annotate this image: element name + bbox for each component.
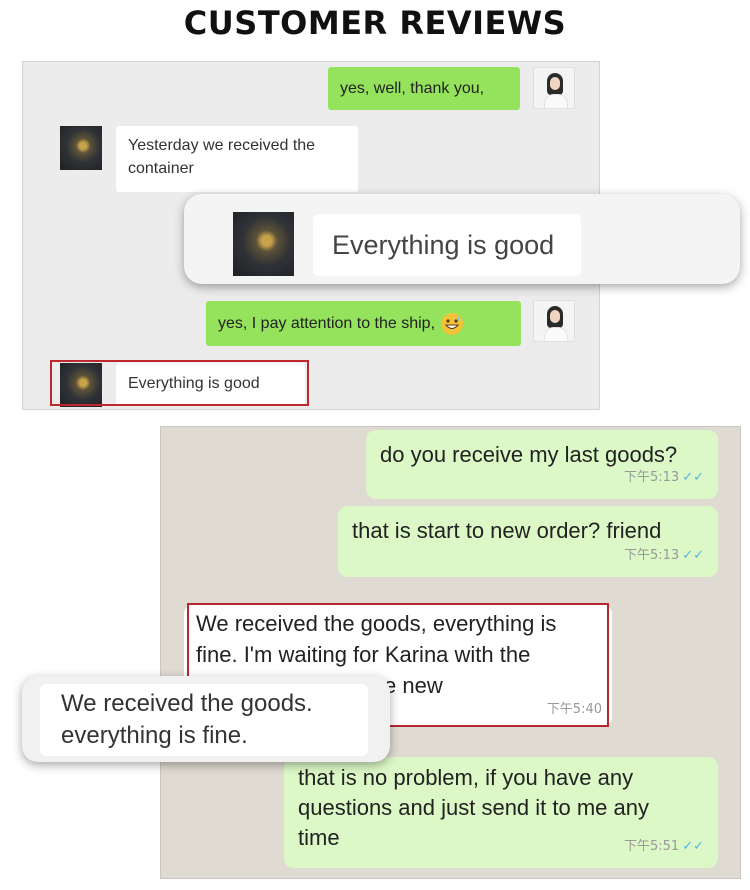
message-text: yes, I pay attention to the ship,: [218, 314, 436, 332]
double-check-icon: ✓✓: [682, 548, 704, 563]
avatar[interactable]: [533, 67, 575, 109]
highlight-box: [50, 360, 309, 406]
avatar: [233, 212, 294, 276]
double-check-icon: ✓✓: [682, 470, 704, 485]
message-meta: 下午5:13 ✓✓: [624, 541, 704, 571]
message-line: questions and just send it to me any: [298, 795, 649, 820]
chat-bubble-outgoing: do you receive my last goods? 下午5:13 ✓✓: [366, 430, 718, 499]
chat-bubble-outgoing: that is no problem, if you have any ques…: [284, 757, 718, 868]
avatar[interactable]: [533, 300, 575, 342]
message-time: 下午5:13: [624, 470, 680, 485]
message-text: yes, well, thank you,: [340, 79, 485, 97]
grinning-face-with-sweat-icon: [441, 312, 464, 335]
chat-bubble-incoming: Yesterday we received the container: [116, 126, 358, 192]
callout-bubble: We received the goods. everything is fin…: [40, 684, 368, 756]
zoom-callout: Everything is good: [184, 194, 740, 284]
chat-bubble-outgoing: yes, I pay attention to the ship,: [206, 301, 521, 346]
avatar-body: [544, 94, 568, 108]
callout-line: everything is fine.: [61, 722, 248, 749]
double-check-icon: ✓✓: [682, 839, 704, 854]
callout-line: We received the goods.: [61, 690, 313, 717]
avatar-face: [550, 77, 560, 90]
chat-bubble-outgoing: yes, well, thank you,: [328, 67, 520, 110]
message-line: Yesterday we received the: [128, 137, 316, 154]
callout-bubble: Everything is good: [313, 214, 581, 276]
message-meta: 下午5:51 ✓✓: [624, 832, 704, 862]
message-time: 下午5:51: [624, 839, 680, 854]
zoom-callout: We received the goods. everything is fin…: [22, 676, 390, 762]
avatar-face: [550, 310, 560, 323]
avatar-body: [544, 327, 568, 341]
message-meta: 下午5:13 ✓✓: [624, 463, 704, 493]
callout-text: Everything is good: [332, 229, 555, 260]
chat-bubble-outgoing: that is start to new order? friend 下午5:1…: [338, 506, 718, 577]
message-time: 下午5:13: [624, 548, 680, 563]
page-title: CUSTOMER REVIEWS: [183, 4, 567, 42]
avatar[interactable]: [60, 126, 102, 170]
message-line: container: [128, 160, 194, 177]
message-line: that is no problem, if you have any: [298, 765, 634, 790]
